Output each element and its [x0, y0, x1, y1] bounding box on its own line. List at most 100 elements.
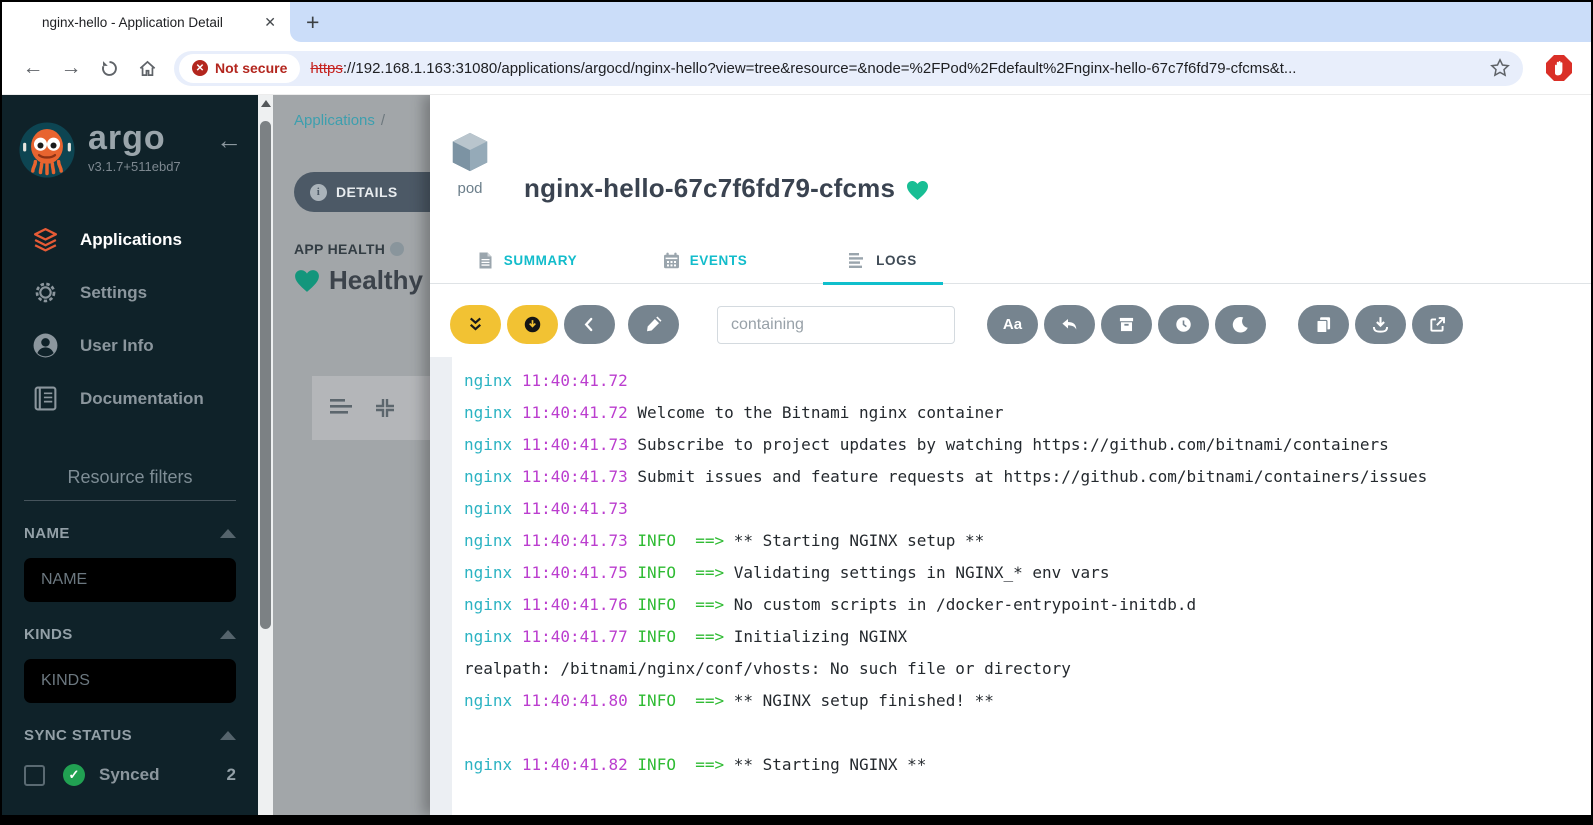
blocker-extension-icon[interactable]: [1545, 54, 1573, 82]
log-line: nginx 11:40:41.73 Subscribe to project u…: [464, 435, 1389, 454]
user-icon: [32, 332, 59, 359]
filter-group-name: NAME: [24, 525, 236, 602]
gear-icon: [32, 279, 59, 306]
not-secure-icon: ✕: [192, 60, 208, 76]
filter-group-kinds: KINDS: [24, 626, 236, 703]
logo-text-block: argo v3.1.7+511ebd7: [88, 119, 181, 173]
collapse-all-icon[interactable]: [374, 398, 396, 418]
tab-events[interactable]: EVENTS: [616, 237, 794, 283]
container-select-button[interactable]: [1101, 305, 1152, 344]
forward-icon[interactable]: →: [54, 51, 88, 85]
copy-logs-button[interactable]: [1298, 305, 1349, 344]
calendar-icon: [663, 252, 680, 269]
url-text: https://192.168.1.163:31080/applications…: [310, 60, 1487, 77]
sidebar-item-user-info[interactable]: User Info: [2, 319, 258, 372]
log-line: nginx 11:40:41.82 INFO ==> ** Starting N…: [464, 755, 927, 774]
sidebar-item-applications[interactable]: Applications: [2, 213, 258, 266]
browser-toolbar: ← → ✕ Not secure https://192.168.1.163:3…: [2, 42, 1591, 95]
filter-label: NAME: [24, 525, 70, 542]
match-case-button[interactable]: Aa: [987, 305, 1038, 344]
tab-logs[interactable]: LOGS: [794, 237, 972, 285]
healthy-heart-icon: [907, 180, 929, 200]
filter-group-sync-status: SYNC STATUS ✓ Synced 2: [24, 727, 236, 786]
bookmark-star-icon[interactable]: [1487, 55, 1513, 81]
tab-strip: nginx-hello - Application Detail ✕ +: [2, 2, 1591, 42]
moon-icon: [1232, 316, 1249, 333]
filter-input-kinds[interactable]: [24, 659, 236, 703]
document-icon: [477, 252, 494, 269]
log-line: nginx 11:40:41.75 INFO ==> Validating se…: [464, 563, 1110, 582]
argo-logo-icon: [18, 121, 76, 179]
argo-favicon-icon: [14, 13, 33, 32]
wrap-lines-button[interactable]: [1044, 305, 1095, 344]
layers-icon: [32, 226, 59, 253]
pod-cube-icon: [452, 132, 488, 172]
download-logs-button[interactable]: [1355, 305, 1406, 344]
tail-logs-button[interactable]: [507, 305, 558, 344]
book-icon: [32, 385, 59, 412]
log-line: nginx 11:40:41.77 INFO ==> Initializing …: [464, 627, 908, 646]
tab-summary[interactable]: SUMMARY: [438, 237, 616, 283]
sidebar-item-label: Settings: [80, 282, 148, 302]
vertical-scrollbar[interactable]: [258, 95, 273, 815]
sync-status-label: SYNC STATUS: [24, 727, 133, 744]
list-view-icon[interactable]: [330, 398, 352, 418]
page-back-button[interactable]: [564, 305, 615, 344]
scrollbar-up-arrow-icon[interactable]: [260, 100, 271, 107]
timestamps-button[interactable]: [1158, 305, 1209, 344]
sidebar-item-settings[interactable]: Settings: [2, 266, 258, 319]
sync-option-synced[interactable]: ✓ Synced 2: [24, 764, 236, 786]
log-line: nginx 11:40:41.72 Welcome to the Bitnami…: [464, 403, 1004, 422]
breadcrumb[interactable]: Applications /: [294, 112, 385, 129]
details-button[interactable]: i DETAILS: [294, 172, 430, 212]
tab-close-icon[interactable]: ✕: [260, 12, 280, 33]
log-line: nginx 11:40:41.72: [464, 371, 628, 390]
resource-filters-title: Resource filters: [24, 467, 236, 501]
kind-label: pod: [457, 180, 483, 197]
sidebar-collapse-icon[interactable]: ←: [216, 127, 242, 153]
copy-icon: [1315, 316, 1332, 333]
url-scheme: https: [310, 59, 343, 77]
log-toolbar-left: [450, 305, 685, 344]
download-icon: [1372, 316, 1389, 333]
url-rest: ://192.168.1.163:31080/applications/argo…: [342, 59, 1297, 77]
log-line: nginx 11:40:41.73: [464, 499, 628, 518]
log-line: nginx 11:40:41.76 INFO ==> No custom scr…: [464, 595, 1197, 614]
log-filter-input[interactable]: [717, 305, 955, 344]
sync-options: ✓ Synced 2: [24, 764, 236, 786]
home-icon[interactable]: [130, 51, 164, 85]
sidebar-item-documentation[interactable]: Documentation: [2, 372, 258, 425]
checkbox[interactable]: [24, 764, 45, 786]
highlight-button[interactable]: [628, 305, 679, 344]
not-secure-chip[interactable]: ✕ Not secure: [179, 53, 301, 83]
window-bottom-edge: [2, 815, 1591, 823]
panel-tabs: SUMMARY EVENTS LOGS: [430, 237, 1591, 285]
back-icon[interactable]: ←: [16, 51, 50, 85]
resource-kind: pod: [446, 131, 494, 237]
log-viewer[interactable]: nginx 11:40:41.72 nginx 11:40:41.72 Welc…: [430, 357, 1591, 815]
sidebar-item-label: User Info: [80, 335, 154, 355]
tab-label: LOGS: [876, 253, 917, 268]
reload-icon[interactable]: [92, 51, 126, 85]
open-logs-button[interactable]: [1412, 305, 1463, 344]
double-chevron-down-icon: [467, 316, 484, 333]
collapse-triangle-icon[interactable]: [220, 630, 236, 639]
url-bar[interactable]: ✕ Not secure https://192.168.1.163:31080…: [174, 50, 1523, 86]
browser-tab[interactable]: nginx-hello - Application Detail ✕: [2, 2, 290, 42]
collapse-triangle-icon[interactable]: [220, 731, 236, 740]
filter-input-name[interactable]: [24, 558, 236, 602]
logo-wordmark: argo: [88, 119, 166, 157]
sync-option-label: Synced: [99, 765, 160, 784]
sidebar-menu: Applications Settings User Info Documentati…: [2, 213, 258, 425]
new-tab-button[interactable]: +: [306, 10, 319, 34]
scrollbar-thumb[interactable]: [260, 121, 271, 629]
download-circle-icon: [524, 316, 541, 333]
browser-window: nginx-hello - Application Detail ✕ + ← →…: [0, 0, 1593, 825]
info-icon: i: [310, 183, 327, 201]
log-toolbar-far-right: [1298, 305, 1469, 344]
dark-mode-button[interactable]: [1215, 305, 1266, 344]
collapse-triangle-icon[interactable]: [220, 529, 236, 538]
follow-logs-button[interactable]: [450, 305, 501, 344]
sidebar-item-label: Documentation: [80, 388, 204, 408]
